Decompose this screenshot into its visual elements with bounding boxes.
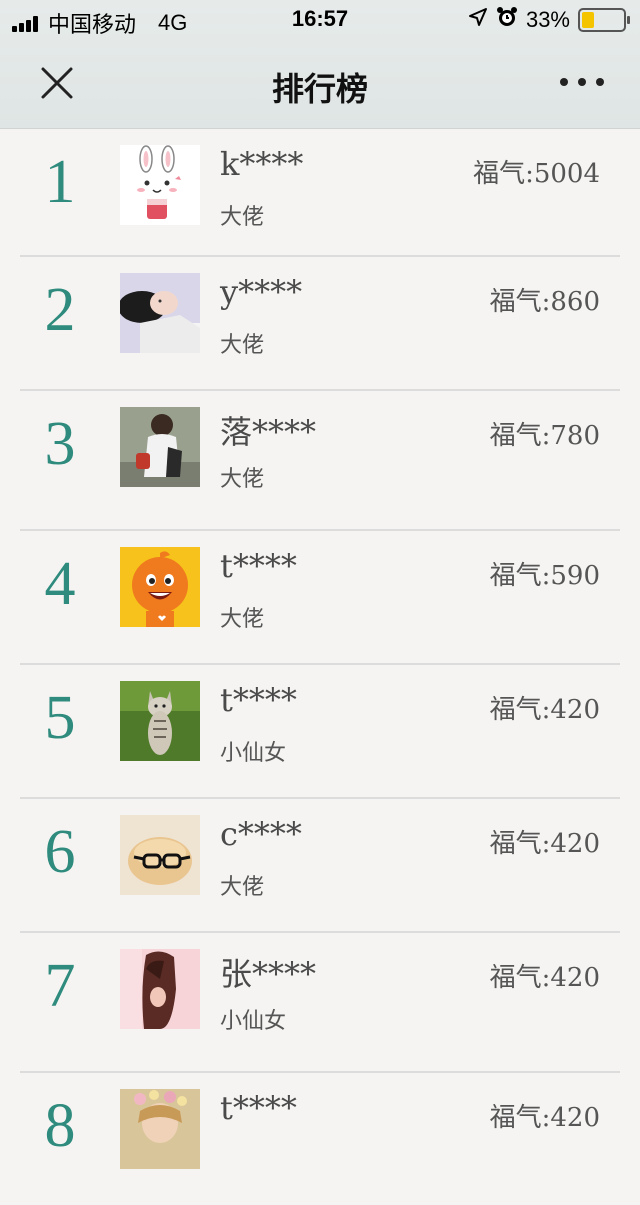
fortune-score: 福气:420 — [489, 829, 600, 859]
user-title: 大佬 — [220, 467, 265, 492]
more-button[interactable] — [560, 72, 604, 92]
woman-avatar — [120, 949, 200, 1029]
battery-percent: 33% — [525, 7, 570, 32]
rank-number: 8 — [44, 1092, 76, 1160]
cat-avatar — [120, 681, 200, 761]
status-right: 33% — [468, 6, 630, 34]
battery-icon — [578, 8, 630, 32]
rabbit-avatar — [120, 145, 200, 225]
user-name: k**** — [220, 145, 304, 183]
user-name: c**** — [220, 815, 302, 853]
user-name: y**** — [220, 273, 303, 311]
ranking-row[interactable]: 3 落**** 大佬 福气:780 — [20, 391, 620, 531]
rank-number: 1 — [44, 148, 76, 216]
top-header: 中国移动 4G 16:57 33% 排行榜 — [0, 0, 640, 129]
user-title: 小仙女 — [220, 1009, 287, 1034]
fortune-score: 福气:420 — [489, 695, 600, 725]
fortune-score: 福气:420 — [489, 963, 600, 993]
more-dot-icon — [578, 78, 586, 86]
ranking-row[interactable]: 2 y**** 大佬 福气:860 — [20, 257, 620, 391]
nav-bar: 排行榜 — [0, 42, 640, 128]
rank-number: 5 — [44, 684, 76, 752]
user-title: 大佬 — [220, 205, 265, 230]
rank-number: 6 — [44, 818, 76, 886]
fortune-score: 福气:590 — [489, 561, 600, 591]
orange-mascot-avatar — [120, 547, 200, 627]
rank-number: 3 — [44, 410, 76, 478]
ranking-list: 1 k**** 大佬 福气:5004 2 y**** 大佬 福气:860 3 落… — [0, 129, 640, 1205]
user-title: 大佬 — [220, 607, 265, 632]
more-dot-icon — [596, 78, 604, 86]
user-name: t**** — [220, 547, 297, 585]
girl-avatar — [120, 273, 200, 353]
user-name: t**** — [220, 681, 297, 719]
user-name: 落**** — [220, 413, 317, 451]
ranking-row[interactable]: 5 t**** 小仙女 福气:420 — [20, 665, 620, 799]
more-dot-icon — [560, 78, 568, 86]
user-name: 张**** — [220, 955, 317, 993]
ranking-row[interactable]: 6 c**** 大佬 福气:420 — [20, 799, 620, 933]
rank-number: 7 — [44, 952, 76, 1020]
fortune-score: 福气:420 — [489, 1103, 600, 1133]
fortune-score: 福气:860 — [489, 287, 600, 317]
rank-number: 2 — [44, 276, 76, 344]
person-back-avatar — [120, 407, 200, 487]
user-title: 大佬 — [220, 333, 265, 358]
ranking-row[interactable]: 1 k**** 大佬 福气:5004 — [20, 129, 620, 257]
user-title: 大佬 — [220, 875, 265, 900]
user-title: 小仙女 — [220, 741, 287, 766]
status-bar: 中国移动 4G 16:57 33% — [0, 0, 640, 42]
location-icon — [468, 7, 488, 33]
hamster-glasses-avatar — [120, 815, 200, 895]
fortune-score: 福气:5004 — [473, 159, 600, 189]
ranking-row[interactable]: 7 张**** 小仙女 福气:420 — [20, 933, 620, 1073]
fortune-score: 福气:780 — [489, 421, 600, 451]
ranking-row[interactable]: 8 t**** 福气:420 — [20, 1073, 620, 1205]
ranking-row[interactable]: 4 t**** 大佬 福气:590 — [20, 531, 620, 665]
alarm-icon — [496, 6, 518, 34]
girl-flowers-avatar — [120, 1089, 200, 1169]
page-title: 排行榜 — [271, 70, 368, 108]
rank-number: 4 — [44, 550, 76, 618]
user-name: t**** — [220, 1089, 297, 1127]
